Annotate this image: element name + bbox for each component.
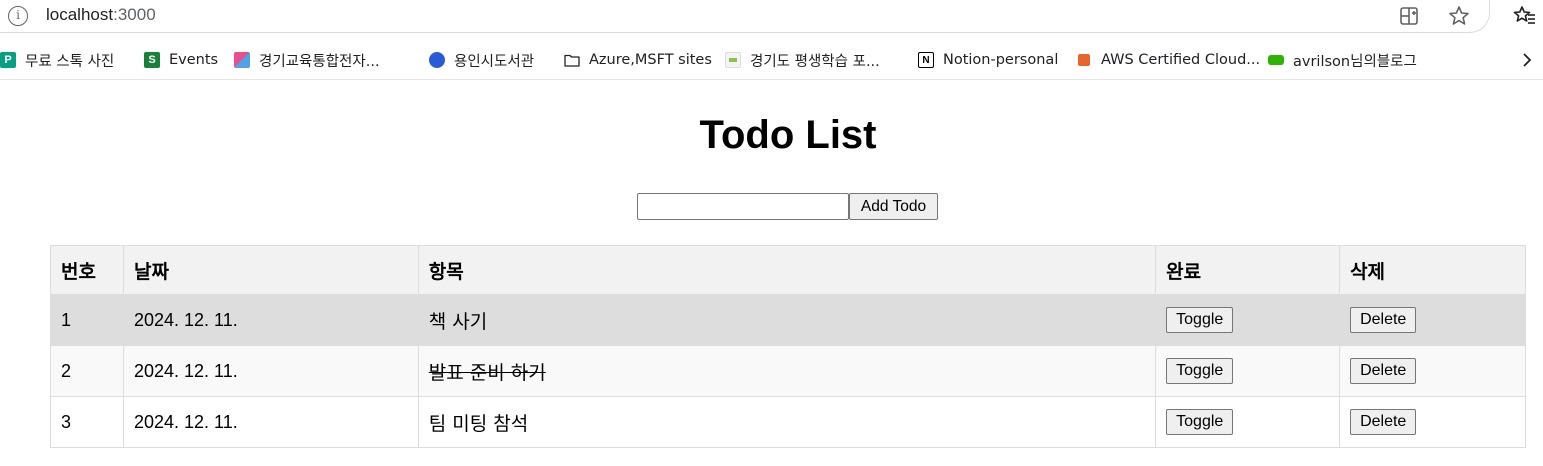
bookmark-blog[interactable]: avrilson님의블로그	[1268, 50, 1417, 70]
column-header-number: 번호	[50, 245, 124, 295]
table-row: 3 2024. 12. 11. 팀 미팅 참석 Toggle Delete	[50, 396, 1526, 448]
table-row: 2 2024. 12. 11. 발표 준비 하기 Toggle Delete	[50, 345, 1526, 397]
folder-icon	[564, 54, 580, 67]
todo-item-cell: 팀 미팅 참석	[417, 396, 1157, 448]
bookmark-label: AWS Certified Cloud...	[1101, 52, 1261, 68]
todo-table: 번호 날짜 항목 완료 삭제 1 2024. 12. 11. 책 사기 Togg…	[50, 245, 1526, 448]
todo-delete-cell: Delete	[1339, 294, 1526, 346]
bookmark-label: 경기도 평생학습 포...	[750, 53, 880, 70]
bookmark-gyeonggi-edu[interactable]: 경기교육통합전자...	[234, 50, 380, 70]
todo-delete-cell: Delete	[1339, 345, 1526, 397]
add-todo-button[interactable]: Add Todo	[849, 193, 938, 220]
column-header-item: 항목	[417, 245, 1157, 295]
column-header-delete: 삭제	[1339, 245, 1526, 295]
bookmark-label: 용인시도서관	[454, 53, 535, 70]
bookmark-label: Notion-personal	[943, 52, 1059, 68]
bookmark-label: Azure,MSFT sites	[589, 52, 712, 68]
column-header-date: 날짜	[122, 245, 419, 295]
delete-button[interactable]: Delete	[1350, 409, 1417, 435]
delete-button[interactable]: Delete	[1350, 358, 1417, 384]
address-bar: i localhost:3000	[0, 0, 1543, 34]
notion-icon: N	[918, 52, 934, 68]
todo-date: 2024. 12. 11.	[122, 396, 419, 448]
bookmark-label: Events	[169, 52, 219, 68]
blog-icon	[1268, 55, 1284, 65]
page-title: Todo List	[699, 113, 877, 157]
bookmark-events[interactable]: S Events	[144, 50, 218, 70]
bookmark-notion[interactable]: N Notion-personal	[918, 50, 1058, 70]
todo-number: 3	[50, 396, 124, 448]
todo-text: 책 사기	[428, 310, 488, 333]
toggle-button[interactable]: Toggle	[1166, 307, 1234, 333]
aws-icon	[1078, 54, 1090, 66]
todo-date: 2024. 12. 11.	[122, 294, 419, 346]
table-row: 1 2024. 12. 11. 책 사기 Toggle Delete	[50, 294, 1526, 346]
bookmark-folder-azure[interactable]: Azure,MSFT sites	[564, 50, 712, 70]
todo-number: 2	[50, 345, 124, 397]
column-header-done: 완료	[1155, 245, 1341, 295]
bookmark-stock-photos[interactable]: P 무료 스톡 사진	[0, 50, 114, 70]
todo-date: 2024. 12. 11.	[122, 345, 419, 397]
app-install-icon[interactable]	[1397, 4, 1421, 28]
learning-portal-icon	[725, 52, 741, 68]
site-info-icon[interactable]: i	[8, 6, 28, 26]
todo-toggle-cell: Toggle	[1155, 396, 1341, 448]
todo-text: 팀 미팅 참석	[428, 412, 529, 435]
todo-text: 발표 준비 하기	[428, 361, 546, 384]
bookmarks-bar: P 무료 스톡 사진 S Events 경기교육통합전자... 용인시도서관 A…	[0, 40, 1543, 80]
gyeonggi-edu-icon	[234, 52, 250, 68]
bookmark-yongin-library[interactable]: 용인시도서관	[429, 50, 534, 70]
bookmark-star-icon[interactable]	[1447, 4, 1471, 28]
todo-item-cell: 책 사기	[417, 294, 1157, 346]
toggle-button[interactable]: Toggle	[1166, 358, 1234, 384]
bookmark-aws[interactable]: AWS Certified Cloud...	[1076, 50, 1260, 70]
url-port: :3000	[113, 5, 156, 24]
url-text[interactable]: localhost:3000	[46, 5, 156, 25]
bookmark-label: 무료 스톡 사진	[25, 53, 115, 70]
todo-toggle-cell: Toggle	[1155, 294, 1341, 346]
bookmark-label: avrilson님의블로그	[1293, 53, 1417, 70]
url-host: localhost	[46, 5, 114, 24]
table-header-row: 번호 날짜 항목 완료 삭제	[50, 245, 1526, 295]
bookmark-learning-portal[interactable]: 경기도 평생학습 포...	[725, 50, 880, 70]
bookmark-label: 경기교육통합전자...	[259, 53, 380, 70]
photo-stock-icon: P	[0, 52, 16, 68]
todo-delete-cell: Delete	[1339, 396, 1526, 448]
todo-input[interactable]	[637, 193, 849, 220]
todo-number: 1	[50, 294, 124, 346]
favorites-icon[interactable]	[1512, 4, 1536, 28]
omnibox[interactable]: i localhost:3000	[0, 0, 1490, 33]
toggle-button[interactable]: Toggle	[1166, 409, 1234, 435]
library-icon	[429, 52, 445, 68]
todo-toggle-cell: Toggle	[1155, 345, 1341, 397]
delete-button[interactable]: Delete	[1350, 307, 1417, 333]
chevron-right-icon[interactable]	[1519, 49, 1535, 71]
todo-item-cell: 발표 준비 하기	[417, 345, 1157, 397]
sheets-icon: S	[144, 52, 160, 68]
